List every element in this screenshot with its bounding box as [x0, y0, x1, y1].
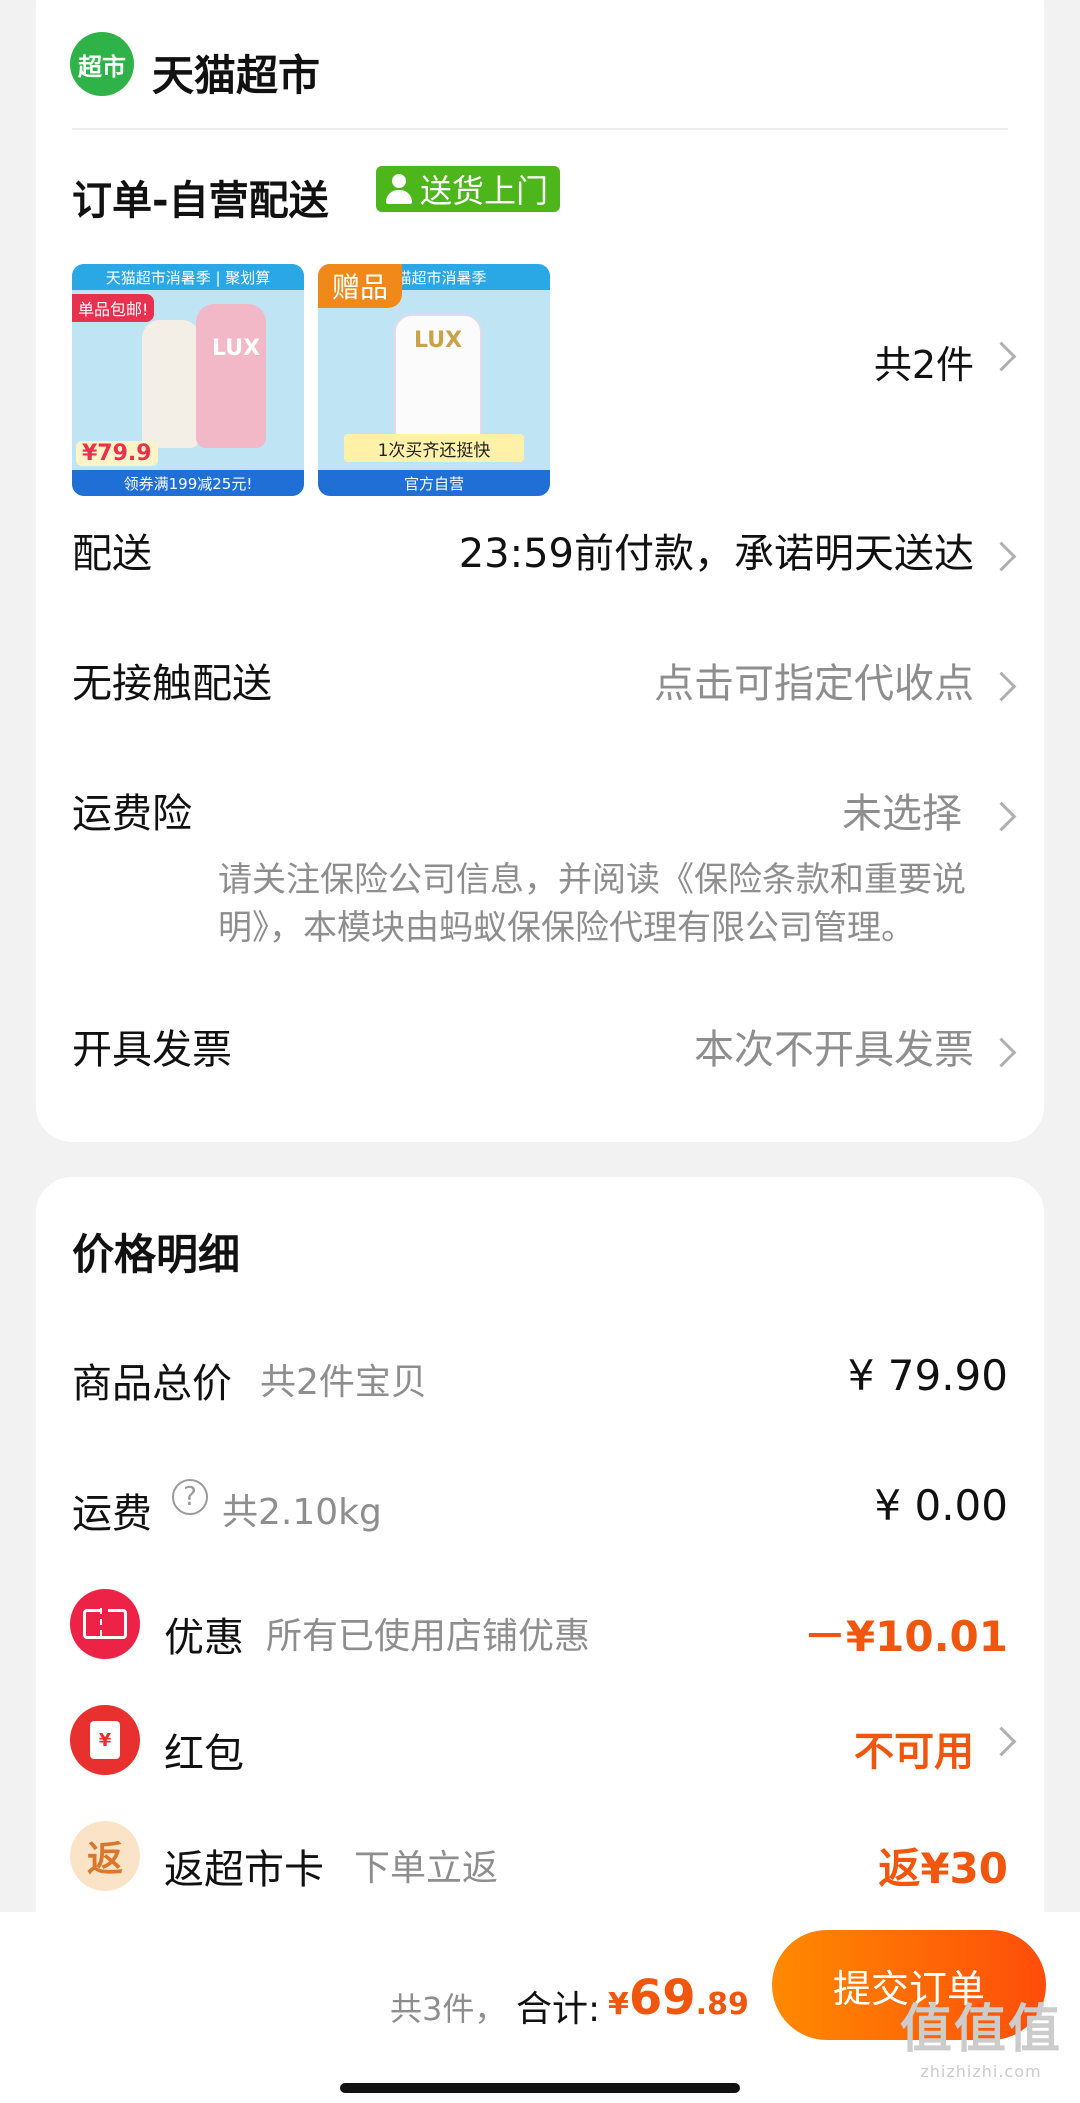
order-title: 订单-自营配送	[72, 178, 329, 224]
cashback-value: 返¥30	[878, 1844, 1008, 1893]
product-banner: 领券满199减25元!	[72, 470, 304, 496]
delivery-label: 配送	[72, 531, 152, 577]
watermark: 值值值 zhizhizhi.com	[900, 1987, 1062, 2081]
store-logo-icon: 超市	[70, 32, 134, 96]
red-packet-glyph: ¥	[90, 1721, 120, 1759]
contactless-label: 无接触配送	[72, 661, 272, 707]
chevron-right-icon[interactable]	[986, 541, 1017, 572]
insurance-note: 请关注保险公司信息，并阅读《保险条款和重要说明》，本模块由蚂蚁保保险代理有限公司…	[218, 860, 966, 948]
discount-desc: 所有已使用店铺优惠	[266, 1616, 591, 1657]
brand-logo: LUX	[414, 328, 463, 353]
chevron-right-icon[interactable]	[986, 801, 1017, 832]
summary-count: 共3件，	[390, 1990, 507, 2028]
chevron-right-icon[interactable]	[986, 1726, 1017, 1757]
shipping-weight: 共2.10kg	[222, 1492, 382, 1533]
chevron-right-icon[interactable]	[986, 341, 1017, 372]
person-icon	[384, 172, 414, 206]
goods-total-label: 商品总价	[72, 1361, 232, 1407]
product-promo-bar: 天猫超市消暑季 | 聚划算	[72, 264, 304, 290]
price-detail-title: 价格明细	[72, 1230, 241, 1279]
summary-label: 合计:	[516, 1989, 601, 2030]
chevron-right-icon[interactable]	[986, 1037, 1017, 1068]
red-packet-icon: ¥	[70, 1705, 140, 1775]
checkout-bar: 共3件， 合计: ¥69.89 提交订单 值值值 zhizhizhi.com	[0, 1912, 1080, 2103]
product-thumbnail[interactable]: 天猫超市消暑季 LUX 赠品 1次买齐还挺快 官方自营	[318, 264, 550, 496]
product-bottle-image	[142, 320, 200, 448]
insurance-label: 运费险	[72, 791, 192, 837]
discount-label: 优惠	[164, 1615, 244, 1661]
product-thumbnail[interactable]: 天猫超市消暑季 | 聚划算 单品包邮! LUX ¥79.9 领券满199减25元…	[72, 264, 304, 496]
store-logo-text: 超市	[78, 52, 126, 81]
help-icon[interactable]: ?	[172, 1479, 208, 1515]
product-price-tag: ¥79.9	[76, 441, 158, 466]
item-count[interactable]: 共2件	[874, 334, 974, 389]
order-card: 超市 天猫超市 订单-自营配送 送货上门 天猫超市消暑季 | 聚划算 单品包邮!…	[36, 0, 1044, 1142]
total-decimal: .89	[695, 1987, 749, 2022]
currency-symbol: ¥	[608, 1987, 629, 2022]
delivery-value[interactable]: 23:59前付款，承诺明天送达	[459, 534, 974, 574]
watermark-url: zhizhizhi.com	[920, 2062, 1042, 2081]
product-strip: 1次买齐还挺快	[344, 434, 524, 462]
shipping-value: ¥ 0.00	[874, 1481, 1008, 1530]
gift-tag: 赠品	[318, 264, 402, 308]
price-detail-card: 价格明细 商品总价 共2件宝贝 ¥ 79.90 运费 ? 共2.10kg ¥ 0…	[36, 1177, 1044, 1912]
cashback-icon: 返	[70, 1821, 140, 1891]
order-total: ¥69.89	[608, 1970, 749, 2026]
cashback-desc: 下单立返	[354, 1848, 499, 1889]
product-tag: 单品包邮!	[72, 294, 155, 322]
delivery-badge: 送货上门	[376, 166, 561, 212]
shipping-label: 运费	[72, 1491, 152, 1537]
cashback-icon-glyph: 返	[86, 1839, 123, 1880]
watermark-text: 值值值	[899, 2000, 1062, 2060]
total-integer: 69	[628, 1970, 696, 2026]
red-packet-value[interactable]: 不可用	[854, 1719, 974, 1777]
insurance-value[interactable]: 未选择	[842, 794, 962, 834]
store-name[interactable]: 天猫超市	[152, 42, 320, 103]
home-indicator[interactable]	[340, 2083, 740, 2093]
cashback-label: 返超市卡	[164, 1847, 324, 1893]
goods-count: 共2件宝贝	[260, 1362, 427, 1403]
help-icon-glyph: ?	[183, 1482, 197, 1512]
product-bottle-image	[196, 304, 266, 448]
goods-total-value: ¥ 79.90	[847, 1351, 1008, 1400]
divider	[72, 128, 1008, 130]
contactless-value[interactable]: 点击可指定代收点	[654, 664, 974, 704]
coupon-icon	[70, 1589, 140, 1659]
brand-logo: LUX	[212, 336, 261, 361]
red-packet-label: 红包	[164, 1731, 244, 1777]
invoice-value[interactable]: 本次不开具发票	[694, 1030, 974, 1070]
chevron-right-icon[interactable]	[986, 671, 1017, 702]
product-banner: 官方自营	[318, 470, 550, 496]
discount-value: －¥10.01	[803, 1612, 1008, 1661]
delivery-badge-label: 送货上门	[420, 172, 549, 210]
invoice-label: 开具发票	[72, 1027, 232, 1073]
